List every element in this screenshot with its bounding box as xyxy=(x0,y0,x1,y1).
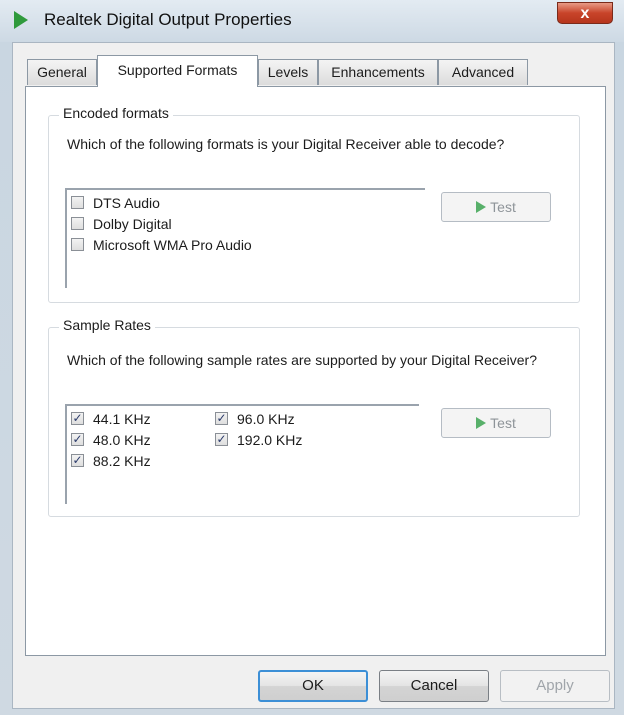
rates-test-button[interactable]: Test xyxy=(441,408,551,438)
apply-button[interactable]: Apply xyxy=(500,670,610,702)
tab-panel: Encoded formats Which of the following f… xyxy=(25,86,606,656)
checkbox-label: Dolby Digital xyxy=(93,216,172,232)
sample-rates-title: Sample Rates xyxy=(59,317,155,333)
tab-enhancements[interactable]: Enhancements xyxy=(318,59,438,85)
checkbox-label: 192.0 KHz xyxy=(237,432,303,448)
encoded-formats-description: Which of the following formats is your D… xyxy=(67,136,505,152)
close-button[interactable]: x xyxy=(557,2,613,24)
tab-supported-formats[interactable]: Supported Formats xyxy=(97,55,258,87)
tab-advanced[interactable]: Advanced xyxy=(438,59,528,85)
dts-audio-checkbox[interactable] xyxy=(71,196,84,209)
dolby-digital-checkbox[interactable] xyxy=(71,217,84,230)
rate-88-2-checkbox[interactable]: ✓ xyxy=(71,454,84,467)
checkbox-label: 44.1 KHz xyxy=(93,411,151,427)
cancel-button[interactable]: Cancel xyxy=(379,670,489,702)
encoded-formats-title: Encoded formats xyxy=(59,105,173,121)
checkbox-label: Microsoft WMA Pro Audio xyxy=(93,237,252,253)
speaker-play-icon xyxy=(14,11,28,29)
tab-general[interactable]: General xyxy=(27,59,97,85)
play-icon xyxy=(476,417,487,429)
tab-levels[interactable]: Levels xyxy=(258,59,318,85)
rate-44-1-checkbox[interactable]: ✓ xyxy=(71,412,84,425)
window-title: Realtek Digital Output Properties xyxy=(44,10,292,29)
play-icon xyxy=(476,201,487,213)
test-label: Test xyxy=(490,199,516,215)
checkbox-label: 48.0 KHz xyxy=(93,432,151,448)
encoded-test-button[interactable]: Test xyxy=(441,192,551,222)
checkbox-label: 96.0 KHz xyxy=(237,411,295,427)
properties-window: Realtek Digital Output Properties x Gene… xyxy=(0,0,624,715)
checkbox-label: 88.2 KHz xyxy=(93,453,151,469)
title-bar[interactable]: Realtek Digital Output Properties x xyxy=(0,0,624,42)
wma-pro-checkbox[interactable] xyxy=(71,238,84,251)
sample-rates-description: Which of the following sample rates are … xyxy=(67,352,538,368)
rate-96-0-checkbox[interactable]: ✓ xyxy=(215,412,228,425)
sample-rates-list[interactable]: ✓ 44.1 KHz ✓ 48.0 KHz ✓ 88.2 KHz ✓ 96.0 … xyxy=(65,404,419,504)
dialog-body: General Supported Formats Levels Enhance… xyxy=(12,42,615,709)
rate-48-0-checkbox[interactable]: ✓ xyxy=(71,433,84,446)
encoded-formats-group: Encoded formats Which of the following f… xyxy=(48,105,580,303)
ok-button[interactable]: OK xyxy=(258,670,368,702)
encoded-formats-list[interactable]: DTS Audio Dolby Digital Microsoft WMA Pr… xyxy=(65,188,425,288)
sample-rates-group: Sample Rates Which of the following samp… xyxy=(48,317,580,517)
checkbox-label: DTS Audio xyxy=(93,195,160,211)
rate-192-0-checkbox[interactable]: ✓ xyxy=(215,433,228,446)
test-label: Test xyxy=(490,415,516,431)
